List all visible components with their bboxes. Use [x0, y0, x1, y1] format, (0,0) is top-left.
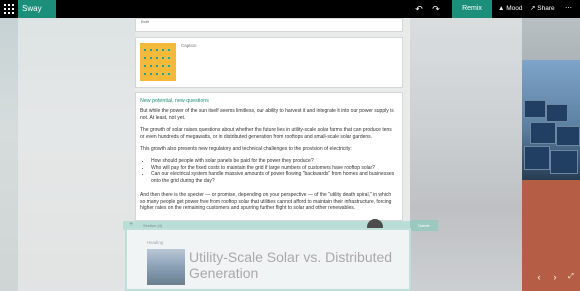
paragraph-1: But while the power of the sun itself se… — [140, 108, 394, 121]
bullet-item: How should people with solar panels be p… — [151, 158, 395, 165]
closing-paragraph: And then there is the specter — or promi… — [140, 192, 392, 212]
fullscreen-icon[interactable]: ⤢ — [566, 272, 576, 282]
delete-button[interactable]: Delete — [410, 220, 438, 231]
app-launcher-icon[interactable] — [3, 3, 15, 15]
more-icon[interactable]: ⋯ — [565, 0, 572, 18]
app-name[interactable]: Sway — [18, 0, 56, 18]
background-overlay-right — [410, 18, 522, 291]
share-icon: ↗ — [530, 5, 536, 12]
background-solar-roof-image — [522, 60, 580, 291]
heading-label: Heading — [147, 240, 164, 245]
mood-icon: ▲ — [498, 5, 505, 12]
redo-icon[interactable]: ↷ — [431, 4, 441, 14]
previous-card-text: Both — [141, 19, 150, 24]
section-heading: New potential, new questions — [140, 98, 209, 104]
mood-button[interactable]: ▲ Mood — [498, 0, 523, 18]
paragraph-3: This growth also presents new regulatory… — [140, 146, 352, 152]
bullet-list: How should people with solar panels be p… — [140, 158, 395, 184]
image-caption[interactable]: Caption — [181, 43, 197, 48]
paragraph-2: The growth of solar raises questions abo… — [140, 127, 392, 140]
bullet-item: Can our electrical system handle massive… — [151, 171, 395, 184]
heading-title[interactable]: Utility-Scale Solar vs. Distributed Gene… — [189, 249, 394, 281]
share-label: Share — [537, 5, 555, 12]
share-button[interactable]: ↗ Share — [530, 0, 555, 18]
bullet-item: Who will pay for the fixed costs to main… — [151, 165, 395, 172]
heading-image[interactable] — [147, 249, 185, 285]
remix-button[interactable]: Remix — [452, 0, 492, 18]
mood-label: Mood — [506, 5, 523, 12]
background-image-left — [0, 18, 135, 291]
top-bar — [0, 0, 580, 18]
prev-icon[interactable]: ‹ — [534, 272, 544, 282]
image-thumbnail[interactable] — [140, 43, 176, 81]
previous-card[interactable]: Both — [135, 18, 403, 32]
undo-icon[interactable]: ↶ — [414, 4, 424, 14]
next-icon[interactable]: › — [550, 272, 560, 282]
